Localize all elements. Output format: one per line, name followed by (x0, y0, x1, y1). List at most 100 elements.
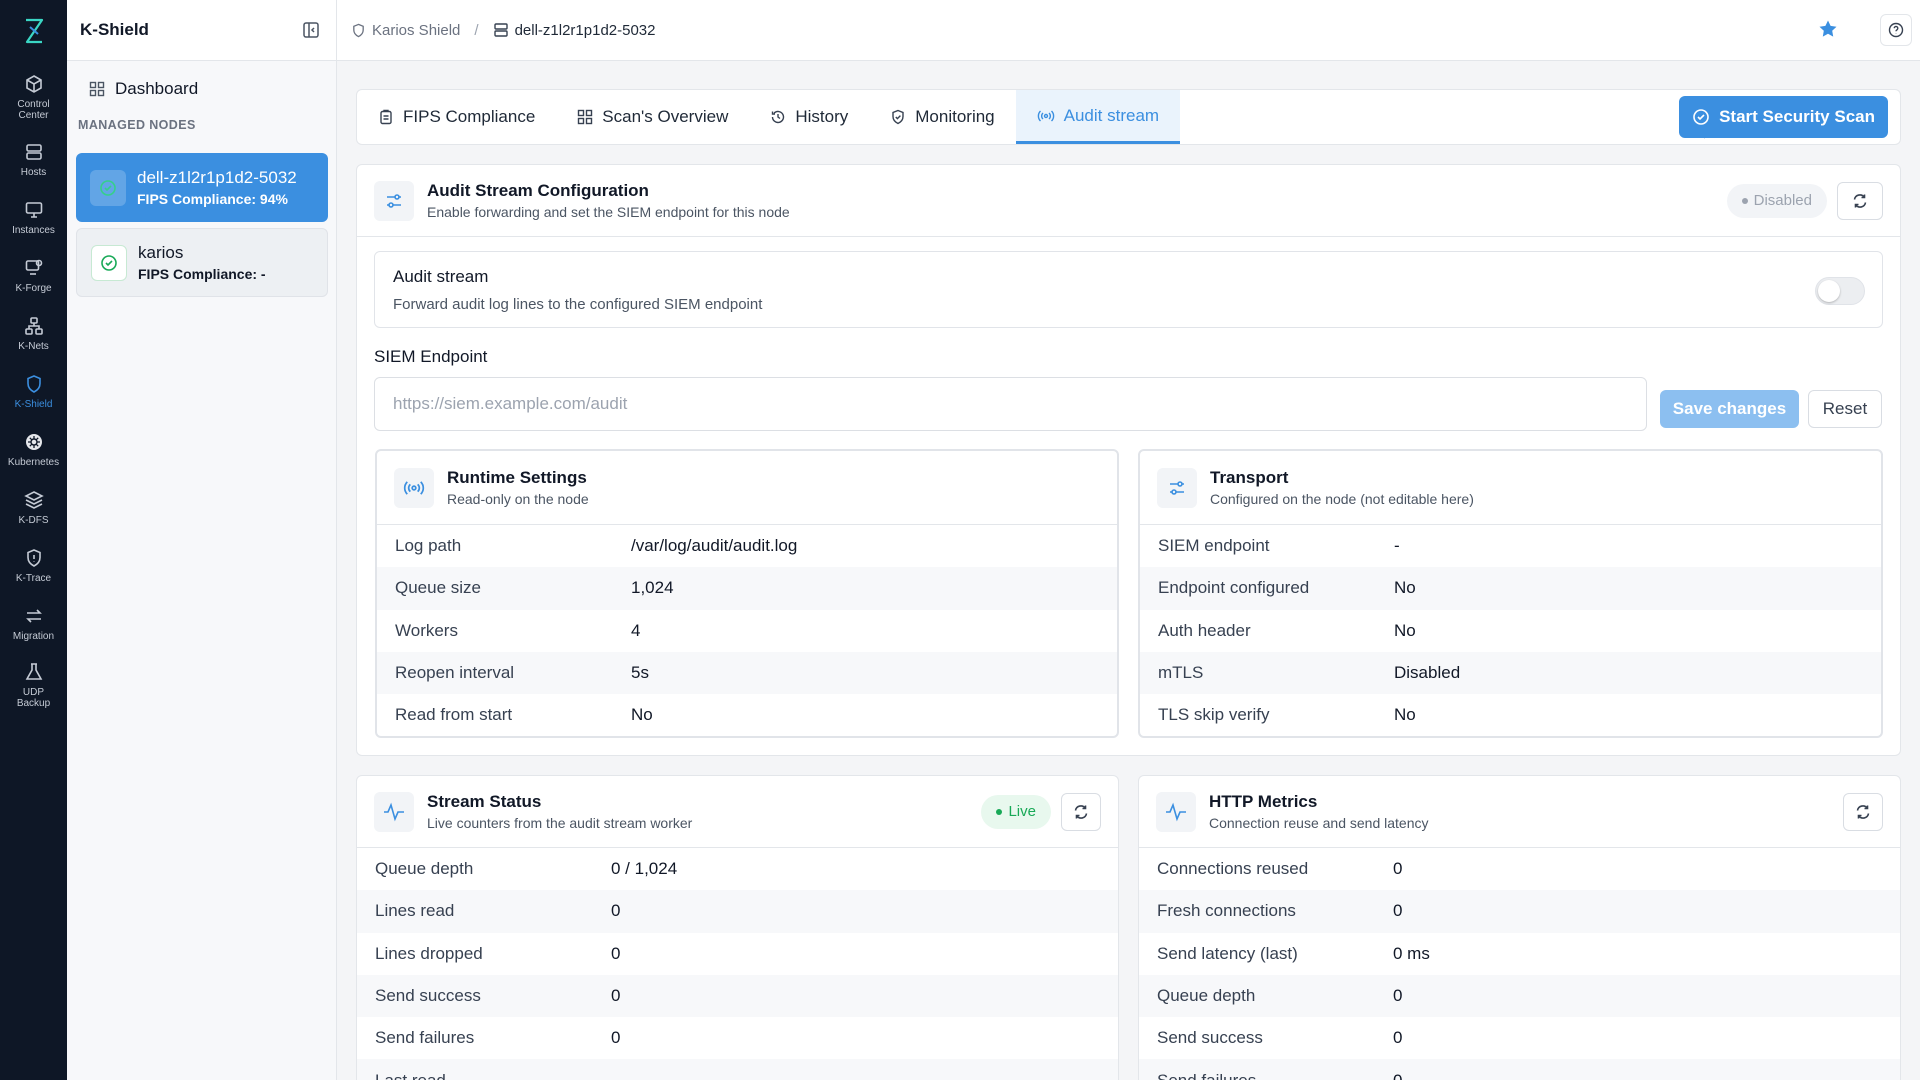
audit-stream-toggle[interactable] (1815, 277, 1865, 305)
audit-stream-title: Audit stream (393, 267, 489, 286)
kv-row: Reopen interval 5s (377, 651, 1117, 695)
stream-status-rows: Queue depth 0 / 1,024 Lines read 0 Lines d… (357, 848, 1118, 1080)
rail-item-instances[interactable]: Instances (0, 198, 67, 236)
runtime-rows: Log path/var/log/audit/audit.log Queue s… (377, 525, 1117, 736)
app-title: K-Shield (80, 20, 149, 39)
stream-status-card: Stream Status Live counters from the aud… (356, 775, 1119, 1080)
tab-audit-stream[interactable]: Audit stream (1015, 90, 1181, 144)
card-title: Stream Status (427, 791, 542, 811)
flask-icon (22, 660, 46, 684)
runtime-settings-panel: Runtime Settings Read-only on the node L… (375, 449, 1119, 738)
live-badge: Live (981, 794, 1051, 829)
rail-item-hosts[interactable]: Hosts (0, 140, 67, 178)
kv-row: Queue depth 0 (1139, 974, 1900, 1018)
grid-icon (577, 109, 593, 125)
check-circle-icon (91, 244, 127, 281)
rail-item-kubernetes[interactable]: Kubernetes (0, 430, 67, 468)
refresh-button[interactable] (1061, 792, 1101, 831)
kv-row: Fresh connections 0 (1139, 890, 1900, 933)
dashboard-label: Dashboard (115, 79, 199, 98)
kv-row: Lines read 0 (357, 890, 1118, 933)
tab-monitoring[interactable]: Monitoring (869, 90, 1015, 144)
kv-row: Queue depth 0 / 1,024 (375, 859, 678, 879)
kv-row: Log path/var/log/audit/audit.log (395, 536, 798, 556)
refresh-icon (1854, 803, 1872, 821)
layers-icon (22, 488, 46, 512)
broadcast-icon (394, 467, 434, 508)
kv-row: Send failures0 (1139, 1059, 1900, 1080)
sidebar-item-dashboard[interactable]: Dashboard (89, 79, 336, 99)
audit-stream-description: Forward audit log lines to the configure… (393, 296, 763, 313)
rail-item-udp-backup[interactable]: UDP Backup (0, 660, 67, 709)
broadcast-icon (1037, 108, 1055, 124)
app-rail: Control Center Hosts Instances K-Forge K… (0, 0, 67, 1080)
refresh-button[interactable] (1843, 792, 1883, 831)
shield-check-icon (890, 109, 906, 125)
check-circle-icon (1692, 108, 1710, 126)
kv-row: Queue size 1,024 (377, 567, 1117, 610)
kv-row: Send latency (last) 0 ms (1157, 943, 1430, 963)
kv-row: Read from start No (395, 705, 653, 725)
tab-scans-overview[interactable]: Scan's Overview (556, 90, 749, 144)
kv-row: Last read (357, 1059, 1118, 1080)
siem-endpoint-label: SIEM Endpoint (374, 347, 488, 366)
tab-history[interactable]: History (749, 90, 869, 144)
trace-icon (22, 546, 46, 570)
kv-row: SIEM endpoint - (1158, 536, 1400, 556)
collapse-sidebar-icon[interactable] (299, 18, 323, 42)
panel-title: Transport (1210, 467, 1289, 487)
kv-row: Workers 4 (395, 620, 641, 640)
breadcrumb-root[interactable]: Karios Shield (372, 22, 460, 39)
cube-icon (22, 72, 46, 96)
shield-icon (351, 23, 366, 38)
network-icon (22, 314, 46, 338)
star-icon[interactable] (1818, 19, 1838, 39)
rail-item-k-forge[interactable]: K-Forge (0, 256, 67, 294)
node-item-selected[interactable]: dell-z1l2r1p1d2-5032 FIPS Compliance: 94… (76, 153, 328, 222)
kv-row: Auth header No (1158, 620, 1416, 640)
kv-row: Connections reused 0 (1157, 859, 1403, 879)
kv-row: Lines dropped 0 (375, 943, 621, 963)
forge-icon (22, 256, 46, 280)
help-icon[interactable] (1880, 14, 1912, 46)
refresh-icon (1072, 803, 1090, 821)
http-metrics-rows: Connections reused 0 Fresh connections 0 S… (1139, 848, 1900, 1080)
node-name: dell-z1l2r1p1d2-5032 (137, 167, 297, 187)
rail-item-k-trace[interactable]: K-Trace (0, 546, 67, 584)
activity-icon (1156, 791, 1196, 832)
rail-item-control-center[interactable]: Control Center (0, 72, 67, 121)
http-metrics-card: HTTP Metrics Connection reuse and send l… (1138, 775, 1901, 1080)
panel-title: Runtime Settings (447, 467, 587, 487)
reset-button[interactable]: Reset (1808, 390, 1882, 428)
rail-item-k-nets[interactable]: K-Nets (0, 314, 67, 352)
start-security-scan-button[interactable]: Start Security Scan (1679, 96, 1888, 138)
top-bar: Karios Shield / dell-z1l2r1p1d2-5032 (337, 0, 1920, 61)
rail-item-k-shield[interactable]: K-Shield (0, 372, 67, 410)
rail-item-k-dfs[interactable]: K-DFS (0, 488, 67, 526)
arrows-icon (22, 604, 46, 628)
server-icon (493, 22, 509, 38)
save-changes-button[interactable]: Save changes (1660, 390, 1799, 428)
siem-endpoint-input[interactable] (374, 377, 1647, 431)
transport-panel: Transport Configured on the node (not ed… (1138, 449, 1883, 738)
app-logo-icon[interactable] (20, 17, 47, 44)
card-subtitle: Live counters from the audit stream work… (427, 814, 693, 831)
rail-item-migration[interactable]: Migration (0, 604, 67, 642)
kv-row: Endpoint configured No (1140, 567, 1881, 610)
section-heading: MANAGED NODES (78, 118, 196, 132)
sliders-icon (374, 180, 414, 221)
kv-row: mTLS Disabled (1140, 651, 1881, 695)
tab-bar: FIPS Compliance Scan's Overview History … (356, 89, 1901, 145)
transport-rows: SIEM endpoint - Endpoint configured No Aut… (1140, 525, 1881, 736)
kv-row: Send success 0 (357, 974, 1118, 1018)
card-title: HTTP Metrics (1209, 791, 1318, 811)
tab-fips-compliance[interactable]: FIPS Compliance (357, 90, 556, 144)
breadcrumb-separator: / (474, 21, 479, 39)
refresh-button[interactable] (1837, 181, 1883, 220)
card-subtitle: Connection reuse and send latency (1209, 814, 1429, 831)
activity-icon (374, 791, 414, 832)
panel-subtitle: Read-only on the node (447, 490, 589, 507)
node-item[interactable]: karios FIPS Compliance: - (76, 228, 328, 297)
kv-row: Send success 0 (1157, 1028, 1403, 1048)
kv-row: TLS skip verify No (1158, 705, 1416, 725)
